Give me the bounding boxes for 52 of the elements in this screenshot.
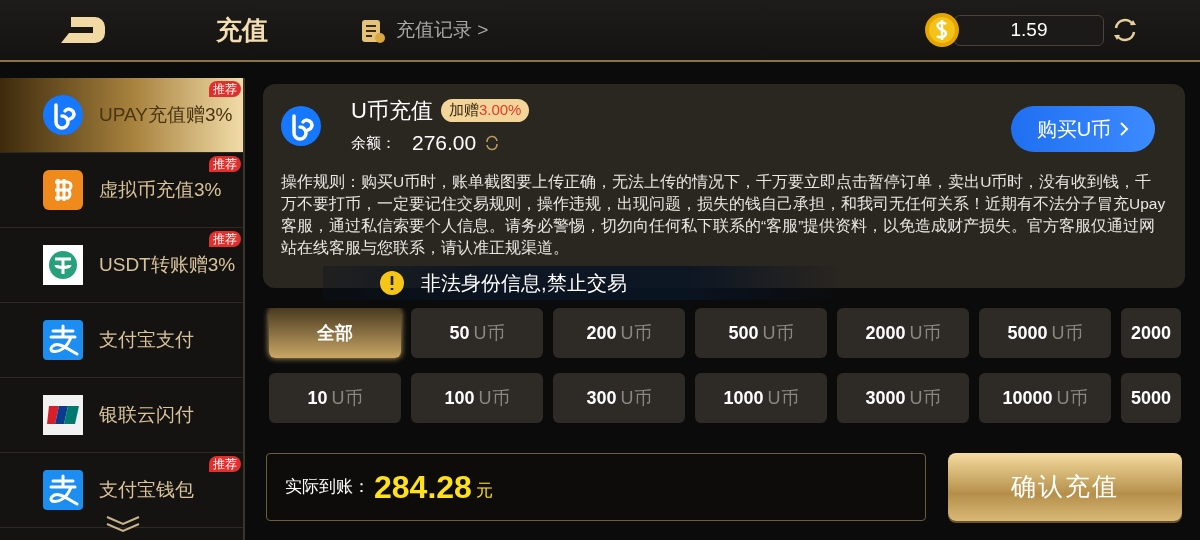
balance-label: 余额： xyxy=(351,132,396,153)
bitcoin-icon xyxy=(43,170,83,210)
records-link[interactable]: 充值记录 > xyxy=(396,15,489,45)
coin-icon xyxy=(924,12,960,48)
amount-option[interactable]: 5000 U币 xyxy=(979,308,1111,358)
unit-label: U币 xyxy=(762,321,794,345)
amount-option[interactable]: 300 U币 xyxy=(553,373,685,423)
amount-option[interactable]: 10000 U币 xyxy=(979,373,1111,423)
recommend-badge: 推荐 xyxy=(209,81,241,97)
unit-label: U币 xyxy=(620,321,652,345)
recommend-badge: 推荐 xyxy=(209,456,241,472)
unit-label: U币 xyxy=(331,386,363,410)
currency-label: 元 xyxy=(475,480,493,503)
amount-option[interactable]: 10 U币 xyxy=(269,373,401,423)
amount-option[interactable]: 2000 xyxy=(1121,308,1181,358)
total-amount: 284.28 xyxy=(374,468,472,507)
buy-coin-button[interactable]: 购买U币 xyxy=(1011,106,1155,153)
card-title: U币充值 xyxy=(351,97,433,125)
amount-option[interactable]: 全部 xyxy=(269,308,401,358)
page-title: 充值 xyxy=(216,13,268,47)
amount-option[interactable]: 3000 U币 xyxy=(837,373,969,423)
amount-option[interactable]: 500 U币 xyxy=(695,308,827,358)
recommend-badge: 推荐 xyxy=(209,231,241,247)
balance-value: 276.00 xyxy=(412,130,477,156)
chevron-down-icon[interactable] xyxy=(104,514,142,534)
amount-option[interactable]: 2000 U币 xyxy=(837,308,969,358)
unit-label: U币 xyxy=(1056,386,1088,410)
unit-label: U币 xyxy=(767,386,799,410)
unit-label: U币 xyxy=(473,321,505,345)
refresh-icon[interactable] xyxy=(484,134,501,151)
chevron-right-icon xyxy=(1119,121,1130,138)
bonus-tag: 加赠3.00% xyxy=(440,99,530,122)
unit-label: U币 xyxy=(1051,321,1083,345)
unionpay-card-icon xyxy=(43,395,83,435)
toast-message: 非法身份信息,禁止交易 xyxy=(421,271,627,296)
unit-label: U币 xyxy=(620,386,652,410)
upay-logo-icon xyxy=(43,95,83,135)
amount-option[interactable]: 1000 U币 xyxy=(695,373,827,423)
unit-label: U币 xyxy=(909,386,941,410)
recommend-badge: 推荐 xyxy=(209,156,241,172)
amount-option[interactable]: 100 U币 xyxy=(411,373,543,423)
upay-logo-icon xyxy=(281,106,321,147)
alipay-icon xyxy=(43,320,83,360)
alipay-icon xyxy=(43,470,83,510)
total-label: 实际到账： xyxy=(285,476,370,499)
amount-option[interactable]: 50 U币 xyxy=(411,308,543,358)
amount-option[interactable]: 5000 xyxy=(1121,373,1181,423)
rules-text: 操作规则：购买U币时，账单截图要上传正确，无法上传的情况下，千万要立即点击暂停订单，卖出U币时，没有收到钱，千万不要打币，一定要记住交易规则，操作违规，出现问题，损失的钱自己承担，和我司无任何关系！近期有不法分子冒充Upay客服，通过私信索要个人信息。请务必警惕，切勿向任何私下联系的“客服”提供资料，以免造成财产损失。官方客服仅通过网站在线客服与您联系，请认准正规渠道。 xyxy=(281,171,1167,258)
tether-icon xyxy=(43,245,83,285)
unit-label: U币 xyxy=(478,386,510,410)
amount-option[interactable]: 200 U币 xyxy=(553,308,685,358)
unit-label: U币 xyxy=(909,321,941,345)
